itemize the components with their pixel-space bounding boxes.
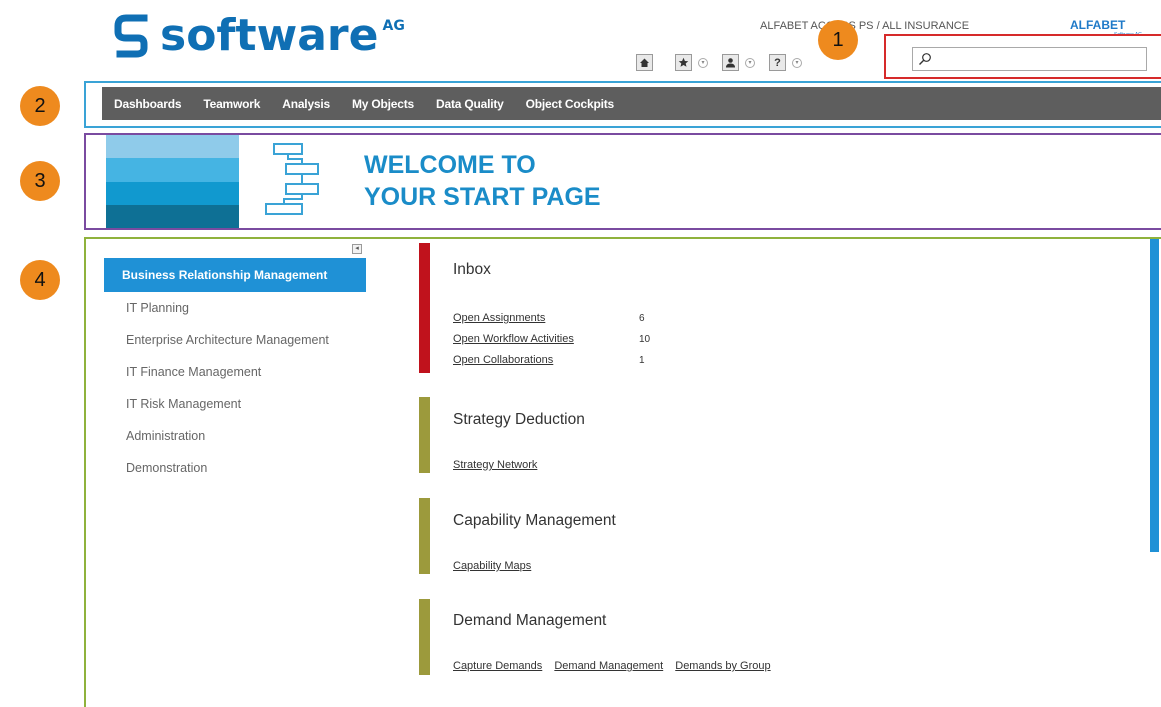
menu-item-it-finance-management[interactable]: IT Finance Management bbox=[104, 356, 366, 388]
welcome-line-2: YOUR START PAGE bbox=[364, 183, 601, 211]
vertical-scrollbar[interactable] bbox=[1150, 239, 1159, 552]
section-links: Capability Maps bbox=[453, 560, 540, 572]
logo-text: software bbox=[160, 10, 379, 61]
section-links: Strategy Network bbox=[453, 459, 546, 471]
nav-dashboards[interactable]: Dashboards bbox=[114, 97, 182, 111]
nav-analysis[interactable]: Analysis bbox=[282, 97, 330, 111]
alfabet-brand: ALFABET bbox=[1070, 18, 1126, 32]
stripe bbox=[106, 135, 239, 159]
main-nav-bar: Dashboards Teamwork Analysis My Objects … bbox=[102, 87, 1161, 120]
help-dropdown-icon[interactable]: ▾ bbox=[792, 57, 802, 68]
inbox-count: 10 bbox=[639, 334, 651, 345]
menu-item-business-relationship-management[interactable]: Business Relationship Management bbox=[104, 258, 366, 292]
welcome-stripes bbox=[106, 135, 239, 228]
menu-item-enterprise-architecture-management[interactable]: Enterprise Architecture Management bbox=[104, 324, 366, 356]
demands-by-group-link[interactable]: Demands by Group bbox=[675, 660, 770, 672]
logo-mark-icon bbox=[114, 14, 148, 58]
nav-data-quality[interactable]: Data Quality bbox=[436, 97, 504, 111]
callout-badge-1: 1 bbox=[818, 20, 858, 60]
context-breadcrumb[interactable]: ALFABET ACCESS PS / ALL INSURANCE bbox=[760, 20, 969, 32]
welcome-highlight-frame bbox=[84, 133, 1161, 230]
section-title: Capability Management bbox=[453, 512, 616, 529]
start-page-menu: Business Relationship Management IT Plan… bbox=[104, 258, 366, 484]
stripe bbox=[106, 158, 239, 182]
menu-item-demonstration[interactable]: Demonstration bbox=[104, 452, 366, 484]
open-workflow-activities-link[interactable]: Open Workflow Activities bbox=[453, 329, 630, 350]
stripe bbox=[106, 181, 239, 205]
strategy-network-link[interactable]: Strategy Network bbox=[453, 459, 537, 471]
section-title: Demand Management bbox=[453, 612, 607, 629]
section-accent-bar bbox=[419, 599, 430, 675]
welcome-heading: WELCOME TO YOUR START PAGE bbox=[364, 149, 601, 213]
inbox-count: 6 bbox=[639, 313, 645, 324]
menu-item-administration[interactable]: Administration bbox=[104, 420, 366, 452]
search-input[interactable] bbox=[912, 47, 1147, 71]
stripe bbox=[106, 204, 239, 228]
demand-management-link[interactable]: Demand Management bbox=[554, 660, 663, 672]
section-title: Inbox bbox=[453, 261, 491, 278]
search-icon bbox=[919, 53, 931, 65]
nav-teamwork[interactable]: Teamwork bbox=[203, 97, 260, 111]
section-accent-bar bbox=[419, 498, 430, 574]
inbox-count: 1 bbox=[639, 355, 645, 366]
inbox-row: Open Workflow Activities 10 bbox=[453, 329, 669, 350]
user-dropdown-icon[interactable]: ▾ bbox=[745, 57, 755, 68]
inbox-list: Open Assignments 6 Open Workflow Activit… bbox=[453, 308, 669, 371]
header-toolbar: ▾ ▾ ? ▾ bbox=[636, 54, 816, 71]
collapse-panel-icon[interactable]: ◂ bbox=[352, 244, 362, 254]
open-assignments-link[interactable]: Open Assignments bbox=[453, 308, 630, 329]
hierarchy-diagram-icon bbox=[265, 143, 319, 215]
capture-demands-link[interactable]: Capture Demands bbox=[453, 660, 542, 672]
nav-object-cockpits[interactable]: Object Cockpits bbox=[526, 97, 615, 111]
section-title: Strategy Deduction bbox=[453, 411, 585, 428]
inbox-row: Open Collaborations 1 bbox=[453, 350, 669, 371]
favorites-dropdown-icon[interactable]: ▾ bbox=[698, 57, 708, 68]
menu-item-it-risk-management[interactable]: IT Risk Management bbox=[104, 388, 366, 420]
welcome-line-1: WELCOME TO bbox=[364, 151, 536, 179]
home-icon[interactable] bbox=[636, 54, 653, 71]
logo-superscript: AG bbox=[382, 18, 405, 34]
section-links: Capture Demands Demand Management Demand… bbox=[453, 660, 780, 672]
menu-item-it-planning[interactable]: IT Planning bbox=[104, 292, 366, 324]
software-ag-logo: software AG bbox=[114, 12, 405, 64]
callout-badge-4: 4 bbox=[20, 260, 60, 300]
user-icon[interactable] bbox=[722, 54, 739, 71]
callout-badge-3: 3 bbox=[20, 161, 60, 201]
help-icon[interactable]: ? bbox=[769, 54, 786, 71]
capability-maps-link[interactable]: Capability Maps bbox=[453, 560, 531, 572]
callout-badge-2: 2 bbox=[20, 86, 60, 126]
section-accent-bar bbox=[419, 243, 430, 373]
nav-my-objects[interactable]: My Objects bbox=[352, 97, 414, 111]
favorites-icon[interactable] bbox=[675, 54, 692, 71]
inbox-row: Open Assignments 6 bbox=[453, 308, 669, 329]
section-accent-bar bbox=[419, 397, 430, 473]
open-collaborations-link[interactable]: Open Collaborations bbox=[453, 350, 630, 371]
